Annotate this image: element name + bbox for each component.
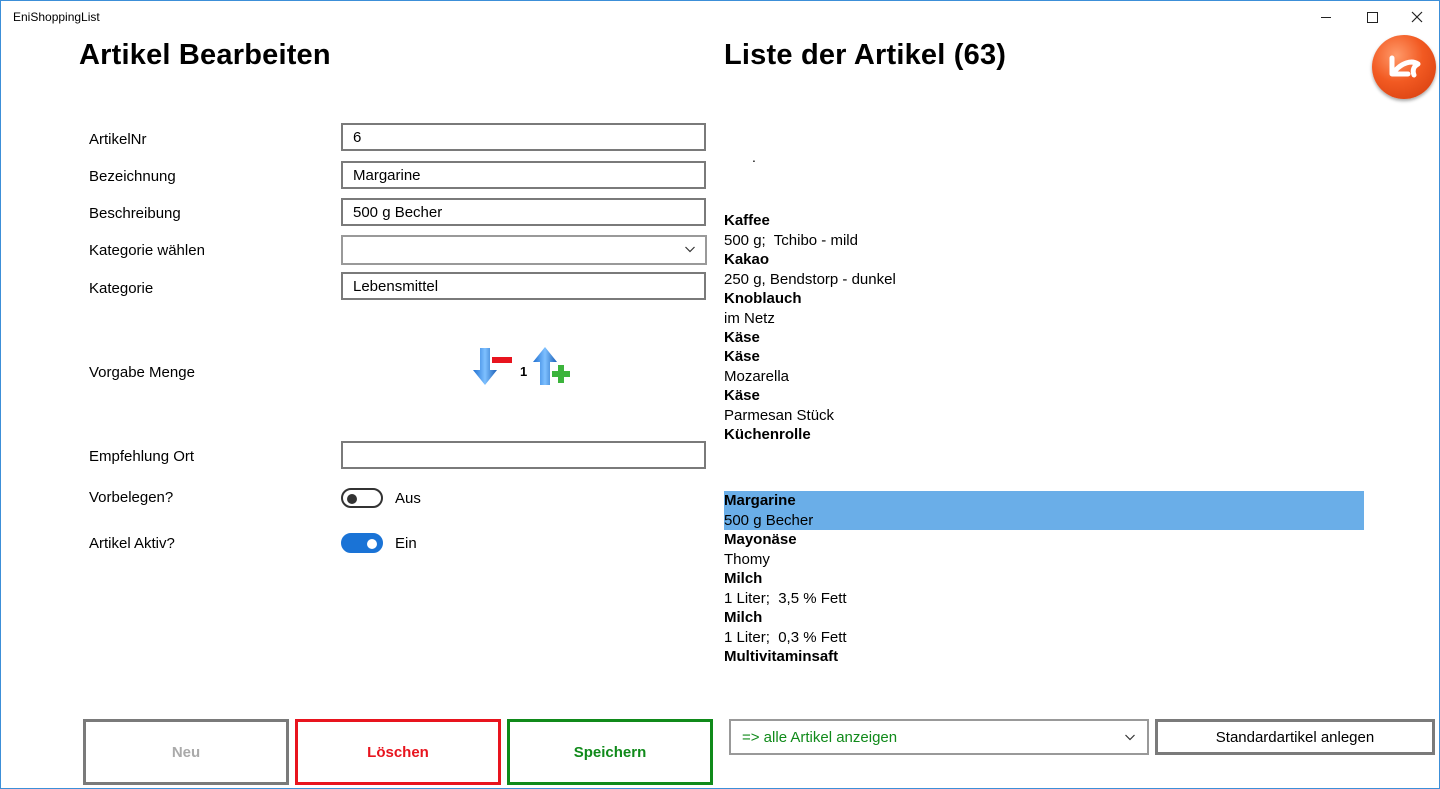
empfehlung-ort-label: Empfehlung Ort [89,448,195,465]
item-description: Thomy [724,551,770,568]
bezeichnung-label: Bezeichnung [89,168,176,185]
item-description: im Netz [724,310,775,327]
item-name: Milch [724,609,763,626]
app-title: EniShoppingList [13,10,100,24]
item-name: Käse [724,387,760,404]
item-name: Milch [724,570,763,587]
item-name: Küchenrolle [724,426,811,443]
list-item[interactable]: Küchenrolle [724,425,1364,464]
article-list[interactable]: . Kaffee 500 g; Tchibo - mild Kakao 250 … [724,149,1364,669]
item-description: Parmesan Stück [724,407,835,424]
item-description: Mozarella [724,368,790,385]
kategorie-label: Kategorie [89,280,154,297]
kategorie-input[interactable] [341,272,706,300]
list-item-selected[interactable]: Margarine 500 g Becher [724,491,1364,530]
standardartikel-anlegen-button[interactable]: Standardartikel anlegen [1155,719,1435,755]
item-description: 500 g Becher [724,512,814,529]
artikel-aktiv-state: Ein [395,535,417,552]
item-description: 1 Liter; 0,3 % Fett [724,629,847,646]
back-arrow-icon [1389,55,1421,78]
item-description: 1 Liter; 3,5 % Fett [724,590,847,607]
decrease-button[interactable] [473,347,515,387]
vorbelegen-toggle[interactable] [341,488,383,508]
app-window: EniShoppingList Artikel Bearbeiten Liste… [0,0,1440,789]
filter-select[interactable]: => alle Artikel anzeigen [729,719,1149,755]
list-item[interactable]: Kakao 250 g, Bendstorp - dunkel [724,250,1364,289]
item-name: Kaffee [724,212,770,229]
kategorie-waehlen-label: Kategorie wählen [89,242,205,259]
neu-button[interactable]: Neu [83,719,289,785]
bezeichnung-input[interactable] [341,161,706,189]
back-button[interactable] [1372,35,1436,99]
chevron-down-icon [1125,734,1135,741]
item-name: Margarine [724,492,796,509]
item-name: Mayonäse [724,531,797,548]
quantity-value: 1 [520,364,528,379]
beschreibung-label: Beschreibung [89,205,181,222]
item-name: Käse [724,348,760,365]
list-item[interactable]: Milch 1 Liter; 0,3 % Fett [724,608,1364,647]
empfehlung-ort-input[interactable] [341,441,706,469]
title-bar: EniShoppingList [1,1,1439,33]
vorgabe-menge-label: Vorgabe Menge [89,364,195,381]
list-heading: Liste der Artikel (63) [724,39,1007,71]
increase-button[interactable] [533,347,577,387]
list-item[interactable]: Knoblauch im Netz [724,289,1364,328]
artikel-aktiv-toggle[interactable] [341,533,383,553]
loeschen-button[interactable]: Löschen [295,719,501,785]
edit-heading: Artikel Bearbeiten [79,39,331,71]
artikel-aktiv-label: Artikel Aktiv? [89,535,175,552]
item-name: Knoblauch [724,290,802,307]
list-item[interactable]: Käse Parmesan Stück [724,386,1364,425]
item-description: 250 g, Bendstorp - dunkel [724,271,896,288]
item-name: Käse [724,329,760,346]
artikelnr-label: ArtikelNr [89,131,147,148]
item-name: Multivitaminsaft [724,648,839,665]
list-item[interactable]: Kaffee 500 g; Tchibo - mild [724,211,1364,250]
maximize-button[interactable] [1350,1,1394,33]
close-button[interactable] [1395,1,1439,33]
quantity-stepper: 1 [473,347,577,387]
toggle-knob [367,539,377,549]
kategorie-select[interactable] [341,235,707,265]
chevron-down-icon [685,246,695,253]
item-name: Kakao [724,251,770,268]
item-description: 500 g; Tchibo - mild [724,232,858,249]
list-leading-mark: . [752,149,756,165]
toggle-knob [347,494,357,504]
list-item[interactable]: Käse Mozarella [724,347,1364,386]
artikelnr-input[interactable] [341,123,706,151]
list-item[interactable]: Multivitaminsaft [724,647,1364,667]
speichern-button[interactable]: Speichern [507,719,713,785]
beschreibung-input[interactable] [341,198,706,226]
vorbelegen-state: Aus [395,490,421,507]
maximize-icon [1366,11,1378,23]
list-item[interactable]: Mayonäse Thomy [724,530,1364,569]
list-item[interactable]: Milch 1 Liter; 3,5 % Fett [724,569,1364,608]
minimize-icon [1321,16,1331,18]
filter-select-value: => alle Artikel anzeigen [742,729,898,746]
vorbelegen-label: Vorbelegen? [89,489,174,506]
minimize-button[interactable] [1304,1,1348,33]
close-icon [1411,11,1423,23]
